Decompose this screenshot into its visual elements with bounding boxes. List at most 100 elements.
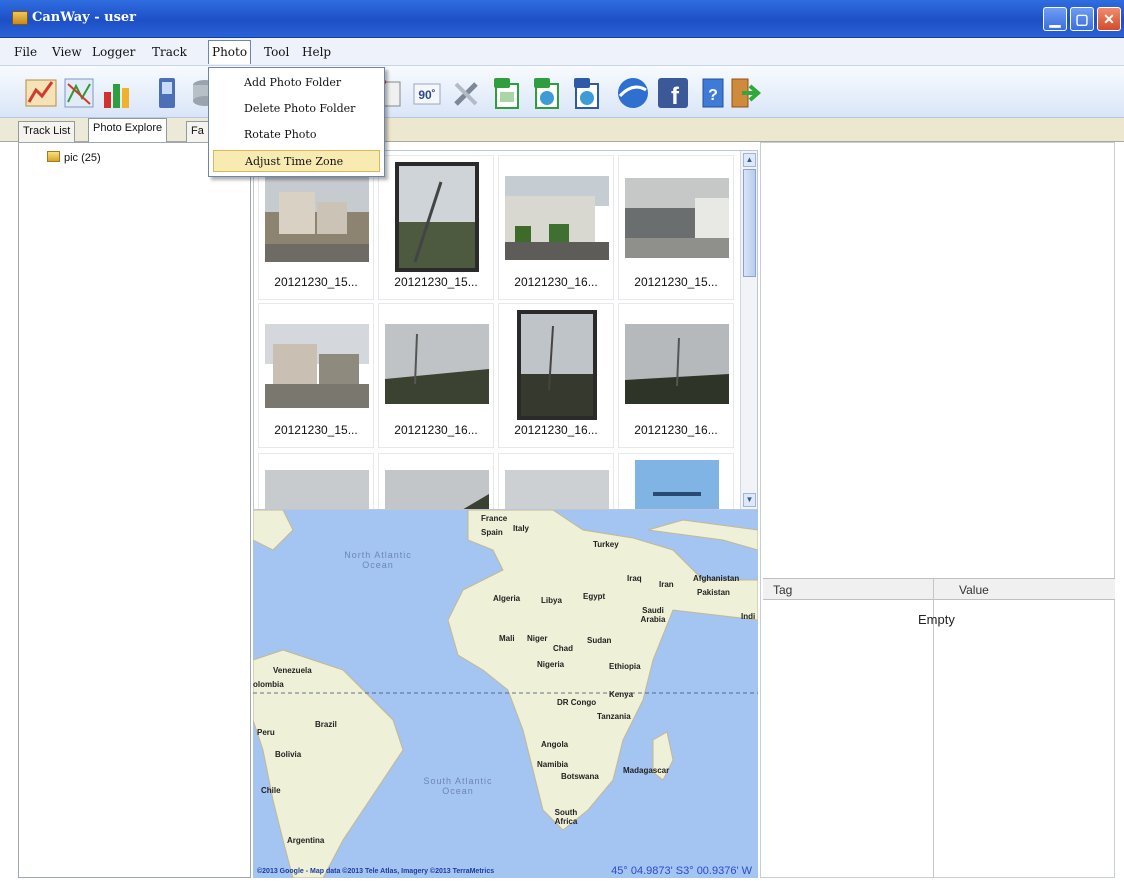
svg-text:90˚: 90˚ bbox=[418, 88, 435, 102]
map-label-peru: Peru bbox=[257, 728, 275, 737]
photo-image bbox=[265, 172, 369, 262]
map-land bbox=[253, 510, 758, 878]
settings-tools-icon[interactable] bbox=[450, 76, 484, 110]
google-earth-icon[interactable] bbox=[616, 76, 650, 110]
thumbnail[interactable] bbox=[618, 453, 734, 509]
map-label-venezuela: Venezuela bbox=[273, 666, 312, 675]
tab-track-list[interactable]: Track List bbox=[18, 121, 76, 142]
thumbnail[interactable] bbox=[378, 453, 494, 509]
exit-icon[interactable] bbox=[728, 76, 762, 110]
map-label-colombia: olombia bbox=[253, 680, 284, 689]
maximize-icon: ▢ bbox=[1075, 11, 1089, 27]
window-title: CanWay - user bbox=[32, 10, 137, 25]
map-label-egypt: Egypt bbox=[583, 592, 606, 601]
export-csv-icon[interactable] bbox=[490, 76, 524, 110]
menu-item-add-photo-folder[interactable]: Add Photo Folder bbox=[213, 72, 380, 94]
column-header-tag[interactable]: Tag bbox=[773, 583, 792, 597]
menu-view[interactable]: View bbox=[52, 45, 82, 59]
thumbnail[interactable]: 20121230_15... bbox=[618, 155, 734, 300]
export-kml-icon[interactable] bbox=[530, 76, 564, 110]
tab-photo-explore[interactable]: Photo Explore bbox=[88, 118, 168, 142]
photo-image bbox=[625, 178, 729, 258]
thumbnail-label: 20121230_15... bbox=[394, 275, 478, 289]
maximize-button[interactable]: ▢ bbox=[1070, 7, 1094, 31]
track-map-icon[interactable] bbox=[24, 76, 58, 110]
photo-image bbox=[625, 324, 729, 404]
map-view[interactable]: France Spain Italy Turkey Iraq Iran Afgh… bbox=[253, 510, 758, 878]
map-ocean-south-atlantic: South Atlantic Ocean bbox=[423, 776, 493, 796]
map-label-brazil: Brazil bbox=[315, 720, 337, 729]
menu-track[interactable]: Track bbox=[152, 45, 187, 59]
map-label-turkey: Turkey bbox=[593, 540, 619, 549]
app-icon bbox=[12, 11, 28, 25]
map-label-italy: Italy bbox=[513, 524, 530, 533]
photo-image bbox=[505, 176, 609, 260]
thumbnail[interactable]: 20121230_16... bbox=[618, 303, 734, 448]
menu-item-delete-photo-folder[interactable]: Delete Photo Folder bbox=[213, 98, 380, 120]
thumbnail-label: 20121230_15... bbox=[634, 275, 718, 289]
photo-menu-dropdown: Add Photo Folder Delete Photo Folder Rot… bbox=[208, 67, 385, 177]
folder-tree: pic (25) bbox=[18, 142, 251, 878]
minimize-button[interactable]: ▁ bbox=[1043, 7, 1067, 31]
scroll-up-icon[interactable]: ▲ bbox=[743, 153, 756, 167]
scroll-thumb[interactable] bbox=[743, 169, 756, 277]
thumbnail[interactable]: 20121230_16... bbox=[498, 155, 614, 300]
menu-tool[interactable]: Tool bbox=[264, 45, 289, 59]
photo-image bbox=[517, 310, 597, 420]
close-icon: ✕ bbox=[1103, 11, 1115, 27]
thumbnail[interactable]: 20121230_15... bbox=[258, 303, 374, 448]
menu-logger[interactable]: Logger bbox=[92, 45, 135, 59]
map-label-india: Indi bbox=[741, 612, 756, 621]
tree-folder-pic[interactable]: pic (25) bbox=[47, 151, 101, 164]
path-edit-icon[interactable] bbox=[62, 76, 96, 110]
thumbnail[interactable] bbox=[258, 453, 374, 509]
menu-file[interactable]: File bbox=[14, 45, 37, 59]
map-label-tanzania: Tanzania bbox=[597, 712, 631, 721]
map-label-saudi-arabia: Saudi Arabia bbox=[640, 606, 666, 624]
map-label-libya: Libya bbox=[541, 596, 562, 605]
menu-item-adjust-time-zone[interactable]: Adjust Time Zone bbox=[213, 150, 380, 172]
map-label-france: France bbox=[481, 514, 508, 523]
map-label-dr-congo: DR Congo bbox=[557, 698, 597, 707]
thumbnail-scrollbar[interactable]: ▲ ▼ bbox=[740, 151, 757, 509]
photo-image bbox=[265, 324, 369, 408]
logger-device-icon[interactable] bbox=[150, 76, 184, 110]
facebook-icon[interactable]: f bbox=[656, 76, 690, 110]
map-label-iraq: Iraq bbox=[627, 574, 642, 583]
map-label-angola: Angola bbox=[541, 740, 569, 749]
photo-image bbox=[505, 470, 609, 509]
grid-empty-text: Empty bbox=[918, 612, 955, 627]
map-label-niger: Niger bbox=[527, 634, 548, 643]
map-label-nigeria: Nigeria bbox=[537, 660, 565, 669]
minimize-icon: ▁ bbox=[1049, 11, 1061, 27]
map-label-algeria: Algeria bbox=[493, 594, 521, 603]
menu-bar: File View Logger Track Photo Tool Help bbox=[0, 38, 1124, 66]
map-label-chile: Chile bbox=[261, 786, 281, 795]
rotate-90-icon[interactable]: 90˚ bbox=[410, 76, 444, 110]
photo-image bbox=[395, 162, 479, 272]
thumbnail[interactable]: 20121230_16... bbox=[378, 303, 494, 448]
scroll-down-icon[interactable]: ▼ bbox=[743, 493, 756, 507]
map-ocean-north-atlantic: North Atlantic Ocean bbox=[344, 550, 412, 570]
toolbar: 90˚ f ? bbox=[0, 66, 1124, 118]
map-label-botswana: Botswana bbox=[561, 772, 599, 781]
export-gpx-icon[interactable] bbox=[570, 76, 604, 110]
column-header-value[interactable]: Value bbox=[959, 583, 989, 597]
map-label-iran: Iran bbox=[659, 580, 674, 589]
menu-photo[interactable]: Photo bbox=[208, 40, 252, 64]
chart-icon[interactable] bbox=[100, 76, 134, 110]
tab-strip-filler bbox=[384, 118, 1124, 141]
thumbnail[interactable]: 20121230_16... bbox=[498, 303, 614, 448]
svg-text:f: f bbox=[671, 83, 680, 110]
tree-folder-label: pic (25) bbox=[64, 152, 101, 164]
tab-fa[interactable]: Fa bbox=[186, 121, 209, 142]
help-icon[interactable]: ? bbox=[696, 76, 730, 110]
menu-help[interactable]: Help bbox=[302, 45, 331, 59]
thumbnail[interactable]: 20121230_15... bbox=[378, 155, 494, 300]
close-button[interactable]: ✕ bbox=[1097, 7, 1121, 31]
map-label-pakistan: Pakistan bbox=[697, 588, 730, 597]
thumbnail[interactable] bbox=[498, 453, 614, 509]
map-label-kenya: Kenya bbox=[609, 690, 634, 699]
menu-item-rotate-photo[interactable]: Rotate Photo bbox=[213, 124, 380, 146]
map-label-chad: Chad bbox=[553, 644, 573, 653]
